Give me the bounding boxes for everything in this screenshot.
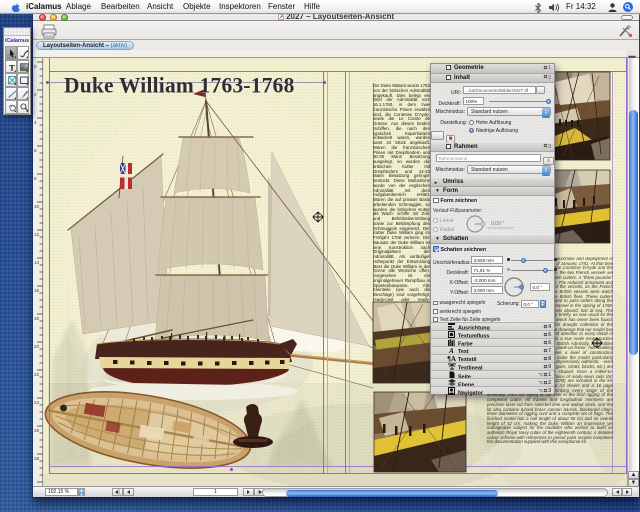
svg-text:28: 28: [34, 456, 40, 461]
svg-text:14: 14: [34, 260, 40, 265]
svg-text:2: 2: [34, 92, 37, 97]
svg-text:0: 0: [34, 64, 37, 69]
svg-text:24: 24: [34, 400, 40, 405]
svg-text:22: 22: [34, 372, 40, 377]
svg-text:4: 4: [34, 120, 37, 125]
svg-text:20: 20: [34, 344, 40, 349]
svg-text:26: 26: [34, 428, 40, 433]
svg-text:0,00 °: 0,00 °: [491, 221, 504, 227]
svg-text:12: 12: [34, 232, 40, 237]
svg-text:T: T: [8, 62, 14, 72]
svg-text:6: 6: [34, 148, 37, 153]
svg-text:18: 18: [34, 316, 40, 321]
svg-text:8: 8: [34, 176, 37, 181]
svg-text:16: 16: [34, 288, 40, 293]
svg-text:10: 10: [34, 204, 40, 209]
